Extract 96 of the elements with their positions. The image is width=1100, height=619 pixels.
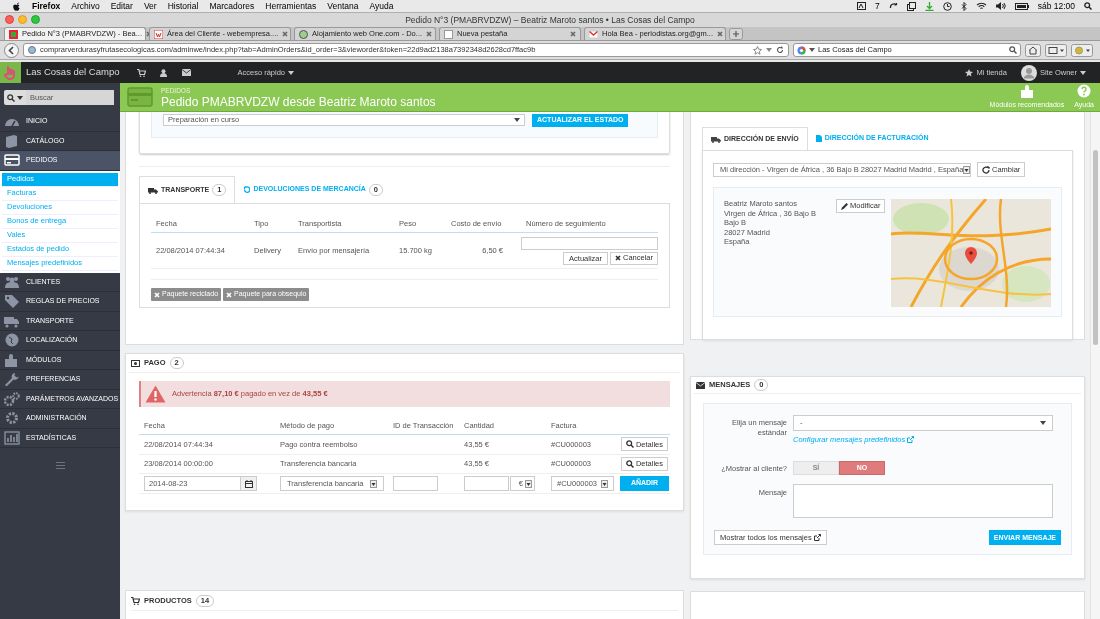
avatar-icon[interactable]	[1020, 64, 1037, 81]
volume-icon	[995, 2, 1006, 10]
card-icon	[4, 153, 20, 168]
shop-name[interactable]: Las Cosas del Campo	[26, 65, 120, 80]
external-link-icon	[813, 534, 821, 542]
scrollbar-thumb[interactable]	[1093, 150, 1098, 345]
menu-item[interactable]: Ventana	[327, 0, 359, 13]
close-button[interactable]	[5, 15, 14, 24]
bluetooth-icon	[960, 1, 967, 11]
puzzle-icon	[4, 352, 20, 367]
close-icon	[154, 291, 160, 298]
caret-icon	[1040, 421, 1046, 425]
calendar-icon	[244, 479, 253, 488]
new-tab-icon[interactable]	[729, 28, 743, 40]
cart-icon	[131, 596, 140, 605]
menu-item[interactable]: Editar	[110, 0, 133, 13]
external-link-icon	[907, 436, 915, 444]
caret-icon	[809, 48, 815, 52]
search-icon	[1084, 2, 1092, 10]
search-icon	[1009, 46, 1017, 54]
close-icon	[615, 255, 621, 261]
status-count: 7	[874, 0, 880, 13]
close-icon	[226, 291, 233, 298]
menu-icon[interactable]	[56, 462, 65, 469]
warning-icon	[145, 385, 166, 403]
caret-icon	[514, 118, 520, 122]
close-icon	[282, 31, 289, 37]
close-icon	[426, 31, 433, 37]
close-icon	[570, 31, 576, 37]
menu-item[interactable]: Archivo	[71, 0, 100, 13]
favicon	[154, 29, 163, 39]
transaction-id-field[interactable]	[393, 476, 438, 491]
search-icon	[7, 93, 15, 102]
home-icon[interactable]	[1025, 43, 1041, 57]
caret-icon	[766, 48, 772, 52]
caret-icon	[370, 479, 377, 488]
pencil-icon	[841, 202, 848, 210]
user-icon[interactable]	[160, 68, 168, 77]
favicon	[299, 29, 308, 39]
money-icon	[131, 359, 140, 367]
status-icon	[856, 2, 866, 10]
window-title: Pedido N°3 (PMABRVDZW) – Beatriz Maroto santos • Las Cosas del Campo	[405, 13, 695, 27]
gears-icon	[4, 391, 20, 406]
message-field[interactable]	[793, 484, 1053, 519]
truck-icon	[711, 135, 721, 143]
globe-icon	[4, 333, 20, 348]
gear-icon	[4, 411, 20, 426]
card-icon	[127, 87, 153, 107]
cart-icon[interactable]	[137, 68, 147, 77]
tracking-number-field[interactable]	[521, 236, 658, 250]
zoom-button[interactable]	[31, 15, 40, 24]
wrench-icon	[4, 372, 20, 387]
search-engine-icon	[797, 45, 806, 55]
globe-icon	[28, 46, 36, 54]
caret-icon	[1080, 70, 1086, 75]
amount-field[interactable]	[464, 476, 509, 491]
menu-item[interactable]: Herramientas	[265, 0, 317, 13]
search-icon	[625, 459, 634, 468]
document-icon	[815, 135, 822, 142]
wifi-icon	[975, 2, 987, 10]
page-title: Pedido PMABRVDZW desde Beatriz Maroto santos	[161, 94, 436, 109]
battery-icon	[1014, 2, 1029, 10]
chart-icon	[4, 430, 20, 445]
search-icon	[625, 440, 634, 449]
envelope-icon[interactable]	[182, 69, 192, 76]
caret-icon	[601, 479, 608, 488]
sync-icon	[888, 1, 898, 11]
caret-icon	[17, 95, 23, 100]
menu-item[interactable]: Historial	[167, 0, 199, 13]
favicon	[9, 29, 18, 39]
close-icon	[717, 31, 723, 37]
caret-icon	[963, 165, 971, 174]
undo-icon	[243, 186, 251, 193]
truck-icon	[148, 186, 158, 194]
menu-item[interactable]: Ayuda	[369, 0, 394, 13]
download-icon	[924, 1, 934, 11]
calendar-button[interactable]	[241, 476, 257, 491]
envelope-icon	[696, 381, 705, 389]
tag-icon	[4, 294, 20, 309]
search-options-button[interactable]	[4, 90, 26, 105]
minimize-button[interactable]	[18, 15, 27, 24]
reload-icon[interactable]	[776, 46, 784, 54]
star-icon	[965, 68, 974, 77]
menu-item[interactable]: Marcadores	[209, 0, 255, 13]
people-icon	[4, 274, 20, 289]
caret-icon	[288, 70, 294, 75]
bookmark-star-icon[interactable]	[753, 45, 762, 55]
puzzle-icon	[1019, 83, 1034, 98]
refresh-icon	[982, 165, 990, 174]
clock-icon	[942, 1, 952, 11]
menu-item[interactable]: Ver	[143, 0, 157, 13]
sidebar-toggle-icon[interactable]	[1045, 43, 1067, 57]
caret-icon	[525, 479, 532, 488]
app-menu[interactable]: Firefox	[32, 0, 61, 13]
back-icon[interactable]	[4, 42, 19, 58]
clock-text: sáb 12:00	[1037, 0, 1075, 13]
